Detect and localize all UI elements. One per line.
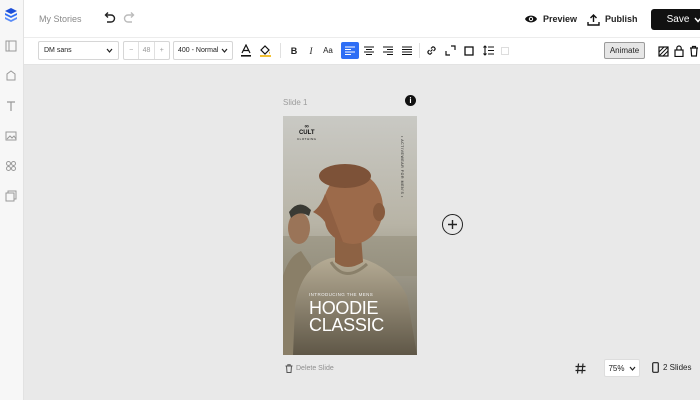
slide-options-icon[interactable]: i [405,95,416,106]
fill-color-button[interactable] [257,42,273,59]
chevron-down-icon [221,48,228,53]
align-left-button[interactable] [341,42,359,59]
font-weight-value: 400 - Normal [178,47,219,54]
text-color-icon [241,44,251,57]
pages-icon[interactable] [5,190,17,202]
expand-button[interactable] [442,42,458,59]
italic-button[interactable]: I [303,42,319,59]
font-size-stepper[interactable]: − 48 + [123,41,170,60]
divider [419,43,420,58]
plus-icon [448,220,457,229]
preview-label: Preview [543,14,578,24]
chevron-down-icon [629,366,635,371]
line-height-icon [482,45,494,56]
headline-text[interactable]: HOODIE CLASSIC [309,299,384,335]
swatch-box [501,46,509,55]
delete-slide-button[interactable]: Delete Slide [285,364,334,373]
align-justify-icon [402,46,412,55]
vertical-tagline: • ACTIVEWEAR FOR MEN'S • [400,136,404,198]
divider [280,43,281,58]
project-name[interactable]: My Stories [39,14,82,24]
text-toolbar: DM sans − 48 + 400 - Normal B I Aa Anima… [24,38,700,65]
text-case-button[interactable]: Aa [320,42,336,59]
publish-label: Publish [605,14,638,24]
font-weight-select[interactable]: 400 - Normal [173,41,233,60]
bold-button[interactable]: B [286,42,302,59]
decrease-size-button[interactable]: − [124,47,138,54]
eye-icon [525,15,537,23]
font-family-value: DM sans [44,47,72,54]
zoom-value: 75% [608,363,625,373]
phone-icon [652,362,659,373]
paint-bucket-icon [259,45,271,57]
brand-logo: ∞ CULT CLOTHING [297,124,317,141]
transparency-icon[interactable] [658,46,669,57]
align-left-icon [345,46,355,55]
color-swatch[interactable] [499,42,511,59]
intro-text[interactable]: INTRODUCING THE MENS [309,292,373,297]
text-color-button[interactable] [238,42,254,59]
chevron-down-icon [106,48,113,53]
top-bar: My Stories Preview Publish Save [24,0,700,38]
save-label: Save [666,14,690,25]
delete-slide-label: Delete Slide [296,365,334,372]
align-right-button[interactable] [380,42,396,59]
trash-icon [285,364,293,373]
slide-label: Slide 1 [283,98,308,107]
brand-sub: CLOTHING [297,137,317,141]
layout-icon[interactable] [5,40,17,52]
left-sidebar [0,0,24,400]
app-logo-icon[interactable] [5,8,17,22]
align-justify-button[interactable] [399,42,415,59]
elements-icon[interactable] [5,160,17,172]
expand-icon [444,45,456,56]
publish-button[interactable]: Publish [587,11,638,27]
align-center-button[interactable] [361,42,377,59]
upload-icon [587,13,600,26]
font-size-value[interactable]: 48 [139,47,153,54]
slide-count-label: 2 Slides [663,363,692,372]
chevron-down-icon [694,17,700,23]
square-icon [464,45,474,56]
image-icon[interactable] [5,130,17,142]
align-center-icon [364,46,374,55]
save-button[interactable]: Save [651,9,700,30]
grid-icon[interactable] [575,363,586,374]
undo-icon[interactable] [102,11,116,25]
lock-icon[interactable] [674,45,684,57]
align-right-icon [383,46,393,55]
border-button[interactable] [461,42,477,59]
link-button[interactable] [423,42,439,59]
text-icon[interactable] [5,100,17,112]
zoom-select[interactable]: 75% [604,359,640,377]
redo-icon[interactable] [123,11,137,25]
font-family-select[interactable]: DM sans [38,41,119,60]
slide-count-button[interactable]: 2 Slides [652,362,691,373]
trash-icon[interactable] [689,45,699,57]
add-slide-button[interactable] [442,214,463,235]
headline-line-2: CLASSIC [309,315,384,335]
increase-size-button[interactable]: + [155,47,169,54]
animate-button[interactable]: Animate [604,42,645,59]
line-height-button[interactable] [480,42,496,59]
story-slide[interactable]: ∞ CULT CLOTHING • ACTIVEWEAR FOR MEN'S •… [283,116,417,355]
link-icon [426,46,436,55]
preview-button[interactable]: Preview [524,11,577,27]
shapes-icon[interactable] [5,70,17,82]
